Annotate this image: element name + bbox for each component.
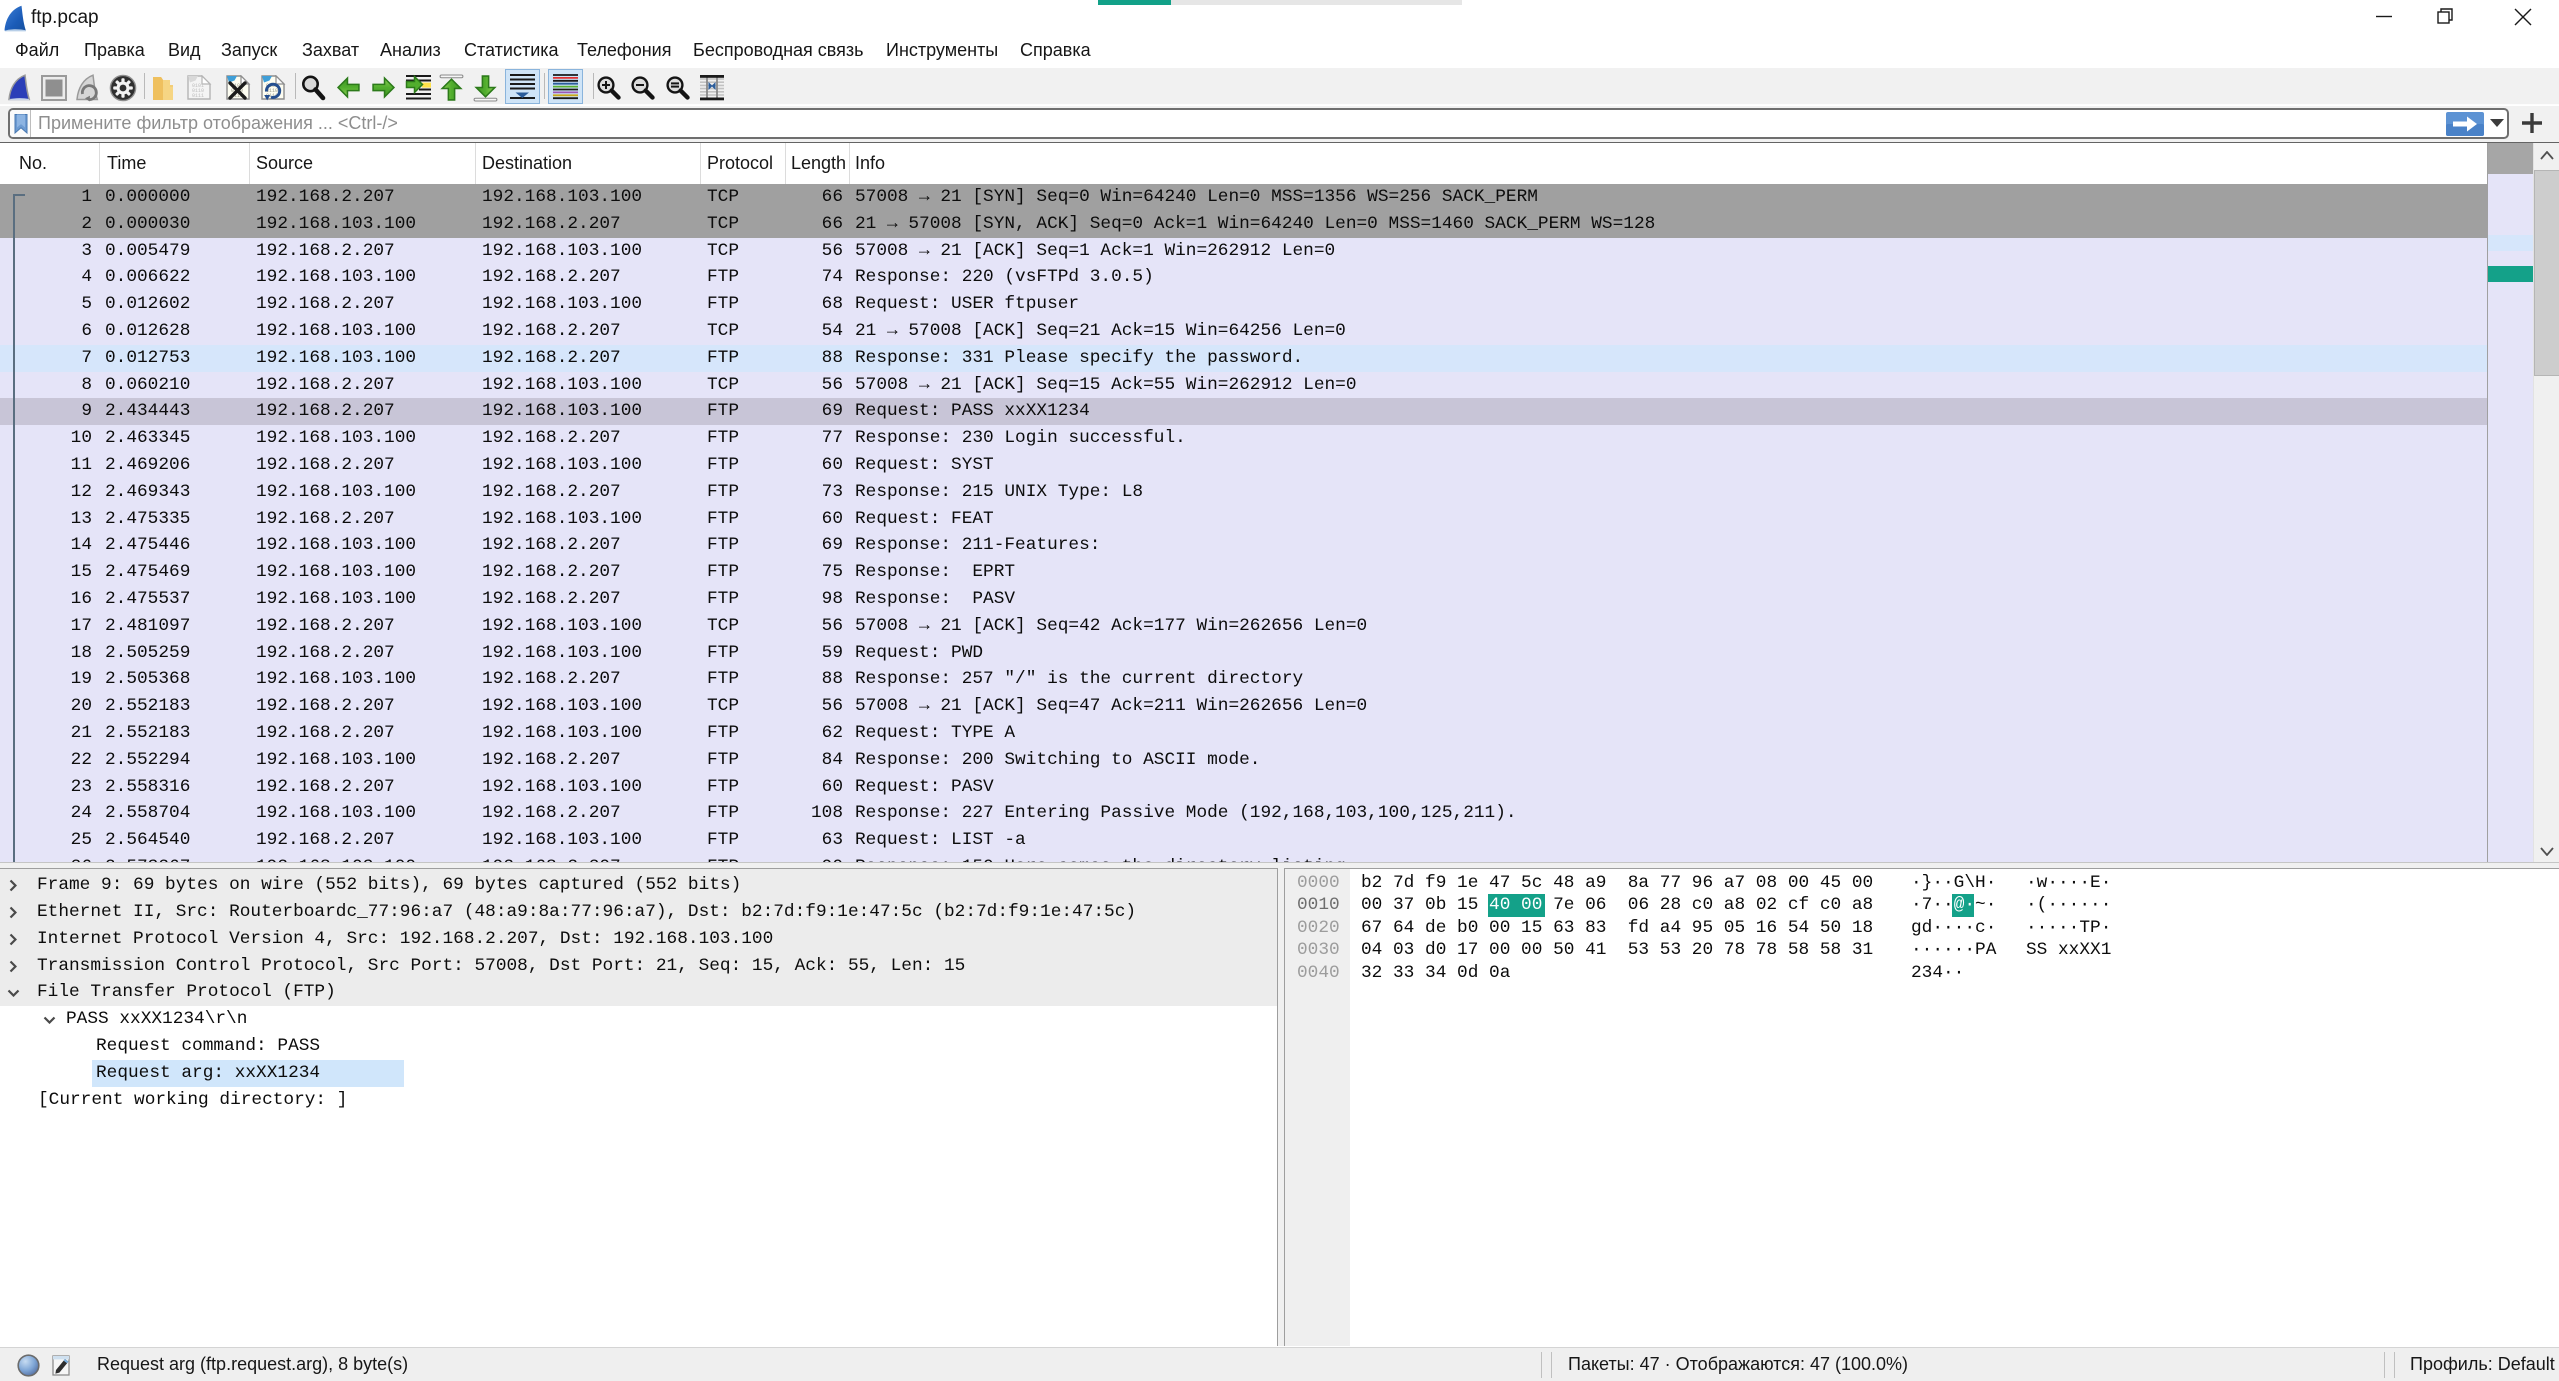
svg-text:0111: 0111 — [192, 93, 204, 99]
